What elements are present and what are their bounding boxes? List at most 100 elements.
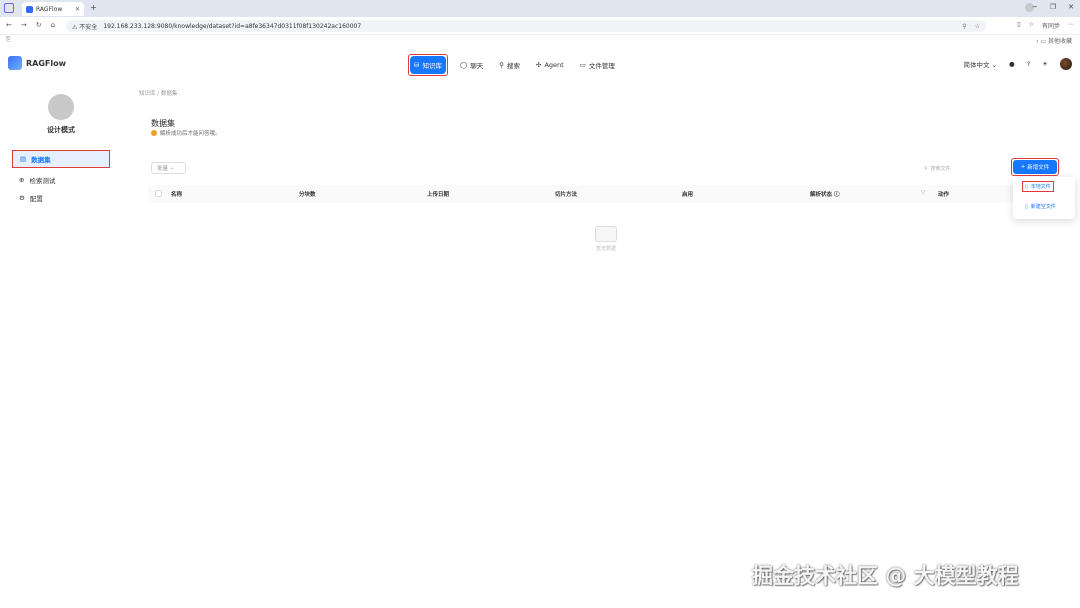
location-icon[interactable]: ⚲ <box>962 23 966 30</box>
close-window-icon[interactable]: ✕ <box>1068 3 1074 11</box>
highlight-box: ⛁ 知识库 <box>408 54 448 76</box>
add-file-label: 新增文件 <box>1027 165 1050 171</box>
gear-icon: ⚙ <box>19 194 25 202</box>
file-icon: ▯ <box>1025 203 1028 210</box>
kb-name: 设计模式 <box>47 126 75 134</box>
theme-toggle-icon[interactable]: ☀ <box>1042 60 1048 68</box>
info-circle-icon[interactable]: ⓘ <box>834 192 840 198</box>
search-icon: ⚲ <box>499 61 504 69</box>
window-controls: − ❐ ✕ <box>1032 3 1074 11</box>
add-file-button[interactable]: + 新增文件 <box>1013 160 1057 174</box>
chat-icon: ◯ <box>459 61 468 69</box>
sidebar-item-label: 数据集 <box>31 156 51 164</box>
col-name[interactable]: 名称 <box>171 190 182 198</box>
favorites-icon[interactable]: ☆ <box>1029 21 1034 30</box>
add-file-dropdown: ▯ 本地文件 ▯ 新建空文件 <box>1013 177 1075 219</box>
address-bar: ← → ↻ ⌂ ⚠ 不安全 192.168.233.128:9080/knowl… <box>0 17 1080 35</box>
nav-search[interactable]: ⚲ 搜索 <box>495 56 524 74</box>
home-icon[interactable]: ⌂ <box>51 21 55 29</box>
col-parse-status-label: 解析状态 <box>810 192 833 198</box>
file-icon: ▯ <box>1025 183 1028 190</box>
sidebar-item-dataset[interactable]: ▤ 数据集 <box>12 150 110 168</box>
browser-tab[interactable]: RAGFlow ✕ <box>22 2 84 16</box>
select-all-checkbox[interactable] <box>155 190 162 197</box>
url-field[interactable]: ⚠ 不安全 192.168.233.128:9080/knowledge/dat… <box>66 20 986 32</box>
subtitle-text: 解析成功后才能问答哦。 <box>160 131 221 137</box>
new-tab-button[interactable]: + <box>90 3 97 12</box>
folder-icon: ▭ <box>579 61 586 69</box>
sidebar-item-label: 配置 <box>29 195 43 203</box>
page-title: 数据集 <box>151 119 175 128</box>
github-icon[interactable]: ● <box>1009 60 1015 68</box>
app-header: RAGFlow ⛁ 知识库 ◯ 聊天 ⚲ 搜索 ✣ Agent ▭ 文件管理 简… <box>0 48 1080 82</box>
user-avatar[interactable] <box>1060 58 1072 70</box>
filter-icon[interactable]: ▽ <box>921 190 925 196</box>
url-icons: ⚲ ☆ <box>962 23 980 30</box>
bulk-button[interactable]: 批量 ⌄ <box>151 162 186 174</box>
insecure-label: 不安全 <box>79 23 98 31</box>
back-icon[interactable]: ← <box>6 21 12 29</box>
col-chunk-count[interactable]: 分块数 <box>299 190 316 198</box>
nav-label: 搜索 <box>507 62 520 70</box>
col-enabled: 启用 <box>682 192 694 198</box>
tab-title: RAGFlow <box>36 5 63 13</box>
star-icon[interactable]: ☆ <box>975 23 980 30</box>
restore-icon[interactable]: ❐ <box>1050 3 1056 11</box>
insecure-warning[interactable]: ⚠ 不安全 <box>72 22 97 31</box>
col-parse-status: 解析状态 ⓘ <box>810 190 839 198</box>
url-text: 192.168.233.128:9080/knowledge/dataset?i… <box>103 22 362 30</box>
col-upload-date[interactable]: 上传日期 <box>427 190 449 198</box>
sidebar-item-config[interactable]: ⚙ 配置 <box>12 189 110 207</box>
language-label: 简体中文 <box>963 61 990 69</box>
page-subtitle: 解析成功后才能问答哦。 <box>151 129 221 137</box>
more-icon[interactable]: ⋯ <box>1068 21 1074 30</box>
other-bookmarks-label: 其他收藏 <box>1047 38 1072 45</box>
other-bookmarks[interactable]: › ▭ 其他收藏 <box>1036 36 1072 45</box>
menu-item-label: 新建空文件 <box>1030 204 1056 210</box>
nav-label: 知识库 <box>422 62 442 70</box>
browser-tabbar: RAGFlow ✕ + − ❐ ✕ <box>0 0 1080 17</box>
menu-item-empty-file[interactable]: ▯ 新建空文件 <box>1025 203 1056 211</box>
menu-item-label: 本地文件 <box>1030 184 1051 190</box>
bookmark-import-icon[interactable]: ⎘ <box>6 36 11 44</box>
empty-state: 暂无数据 <box>586 226 626 252</box>
search-input[interactable]: ⚲ 搜索文件 <box>921 163 1009 174</box>
plus-icon: + <box>1020 164 1026 170</box>
menu-item-local-file[interactable]: ▯ 本地文件 <box>1022 181 1054 192</box>
logo[interactable]: RAGFlow <box>8 56 66 70</box>
nav-chat[interactable]: ◯ 聊天 <box>456 56 487 74</box>
bookmarks-bar: ⎘ › ▭ 其他收藏 <box>0 35 1080 46</box>
document-icon: ▤ <box>20 155 27 163</box>
nav-agent[interactable]: ✣ Agent <box>532 56 568 74</box>
nav-label: 文件管理 <box>588 62 615 70</box>
kb-avatar <box>48 94 74 120</box>
sidebar-toggle-icon[interactable] <box>4 3 14 13</box>
search-placeholder: 搜索文件 <box>930 166 951 172</box>
nav-label: 聊天 <box>470 62 484 70</box>
profile-sync-label[interactable]: 有同步 <box>1042 21 1060 30</box>
nav-knowledge-base[interactable]: ⛁ 知识库 <box>410 56 446 74</box>
split-icon[interactable]: ▯ <box>1017 21 1020 30</box>
reload-icon[interactable]: ↻ <box>36 21 42 29</box>
sidebar-item-retrieval-test[interactable]: ⊕ 检索测试 <box>12 171 110 189</box>
ragflow-favicon-icon <box>26 5 33 13</box>
empty-text: 暂无数据 <box>595 246 616 252</box>
retrieval-icon: ⊕ <box>19 176 25 184</box>
header-right: 简体中文 ⌄ ● ? ☀ <box>964 58 1072 70</box>
database-icon: ⛁ <box>414 61 420 69</box>
nav-file-management[interactable]: ▭ 文件管理 <box>576 56 619 74</box>
table-header: 名称 分块数 上传日期 切片方法 启用 解析状态 ⓘ ▽ 动作 <box>148 185 1058 203</box>
forward-icon[interactable]: → <box>21 21 27 29</box>
language-select[interactable]: 简体中文 ⌄ <box>964 59 998 69</box>
breadcrumb-current: 数据集 <box>160 91 178 97</box>
highlight-box: + 新增文件 <box>1011 158 1059 176</box>
col-actions: 动作 <box>938 192 950 198</box>
top-nav: ⛁ 知识库 ◯ 聊天 ⚲ 搜索 ✣ Agent ▭ 文件管理 <box>408 54 619 76</box>
minimize-icon[interactable]: − <box>1032 3 1038 11</box>
nav-buttons: ← → ↻ ⌂ <box>6 21 55 29</box>
help-icon[interactable]: ? <box>1027 60 1030 68</box>
breadcrumb-root[interactable]: 知识库 <box>139 91 156 97</box>
close-icon[interactable]: ✕ <box>75 6 80 13</box>
empty-box-icon <box>595 226 617 242</box>
info-icon <box>151 130 157 136</box>
